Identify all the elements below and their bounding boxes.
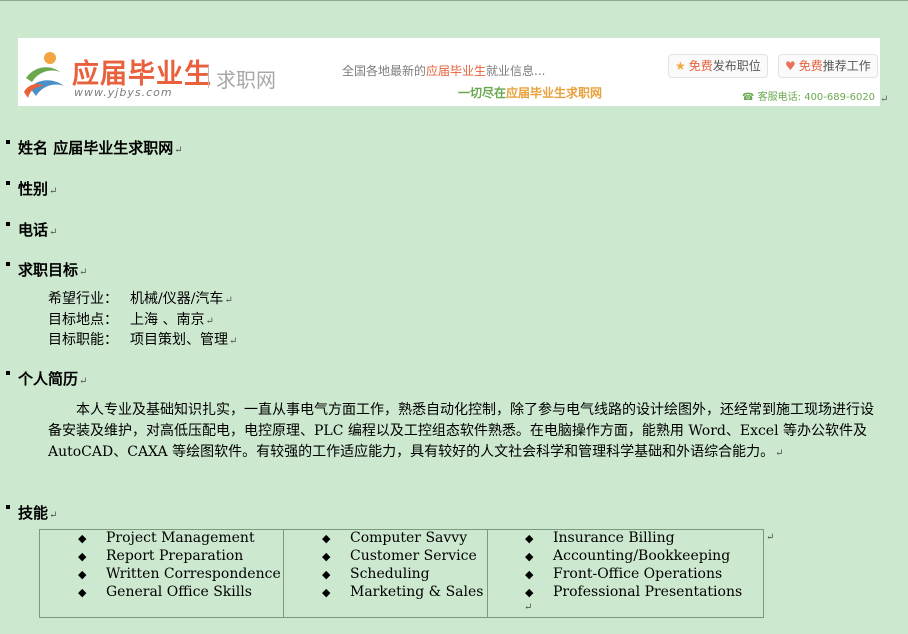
- diamond-bullet-icon: ◆: [78, 532, 87, 545]
- skill-text: Report Preparation: [106, 548, 244, 564]
- paragraph-mark: ↵: [775, 448, 784, 459]
- heart-icon: ♥: [785, 59, 796, 73]
- skill-text: Marketing & Sales: [350, 584, 484, 600]
- diamond-bullet-icon: ◆: [322, 550, 331, 563]
- location-value: 上海 、南京: [130, 312, 205, 328]
- section-gender: 性别↵: [6, 178, 57, 199]
- bullet: [6, 371, 10, 375]
- industry-value: 机械/仪器/汽车: [130, 291, 224, 307]
- skills-table: ◆ Project Management ◆ Report Preparation …: [39, 529, 764, 618]
- post-job-free-label: 免费: [688, 59, 713, 73]
- section-name: 姓名 应届毕业生求职网↵: [6, 137, 183, 158]
- window-top-border: [0, 0, 908, 1]
- intro-text: 本人专业及基础知识扎实，一直从事电气方面工作，熟悉自动化控制，除了参与电气线路的…: [48, 402, 874, 460]
- slogan-suffix: 就业信息...: [486, 64, 546, 78]
- slogan2-prefix: 一切尽在: [458, 86, 507, 100]
- skills-column-2: ◆ Computer Savvy ◆ Customer Service ◆ Sched…: [283, 530, 488, 617]
- diamond-bullet-icon: ◆: [322, 568, 331, 581]
- hotline: ☎ 客服电话: 400-689-6020: [742, 88, 875, 103]
- bullet: [6, 222, 10, 226]
- job-goal-heading: 求职目标: [18, 261, 79, 279]
- location-label: 目标地点：: [48, 312, 118, 328]
- skill-text: Accounting/Bookkeeping: [553, 548, 731, 564]
- skill-text: Computer Savvy: [350, 530, 468, 546]
- skills-column-1: ◆ Project Management ◆ Report Preparation …: [40, 530, 283, 617]
- diamond-bullet-icon: ◆: [525, 586, 534, 599]
- section-phone: 电话↵: [6, 219, 57, 240]
- paragraph-mark: ↵: [49, 510, 58, 521]
- section-skills: 技能↵: [6, 502, 57, 523]
- goal-role: 目标职能： 项目策划、管理↵: [48, 329, 237, 349]
- bullet: [6, 262, 10, 266]
- paragraph-mark: ↵: [766, 532, 775, 543]
- bullet: [6, 140, 10, 144]
- phone-heading: 电话: [18, 221, 49, 239]
- diamond-bullet-icon: ◆: [322, 532, 331, 545]
- brand-subtitle: 求职网: [216, 68, 276, 92]
- recommend-free-label: 免费: [798, 59, 823, 73]
- paragraph-mark: ↵: [79, 376, 88, 387]
- brand-divider: [208, 66, 209, 88]
- paragraph-mark: ↵: [49, 227, 58, 238]
- skill-text: Professional Presentations: [553, 584, 743, 600]
- industry-label: 希望行业：: [48, 291, 118, 307]
- role-value: 项目策划、管理: [130, 332, 228, 348]
- skill-text: General Office Skills: [106, 584, 252, 600]
- skill-text: Written Correspondence: [106, 566, 281, 582]
- brand-url: www.yjbys.com: [74, 86, 173, 99]
- diamond-bullet-icon: ◆: [78, 586, 87, 599]
- name-heading: 姓名 应届毕业生求职网: [18, 139, 174, 157]
- goal-industry: 希望行业： 机械/仪器/汽车↵: [48, 288, 233, 308]
- header-banner[interactable]: 应届毕业生 www.yjbys.com 求职网 全国各地最新的应届毕业生就业信息…: [18, 38, 880, 106]
- skills-column-3: ◆ Insurance Billing ◆ Accounting/Bookkeepi…: [487, 530, 764, 617]
- paragraph-mark: ↵: [174, 145, 183, 156]
- section-job-goal: 求职目标↵: [6, 259, 87, 280]
- diamond-bullet-icon: ◆: [322, 586, 331, 599]
- logo-icon: [24, 52, 64, 98]
- diamond-bullet-icon: ◆: [78, 568, 87, 581]
- diamond-bullet-icon: ◆: [525, 532, 534, 545]
- paragraph-mark: ↵: [524, 602, 533, 613]
- hotline-text: 客服电话: 400-689-6020: [757, 92, 876, 103]
- diamond-bullet-icon: ◆: [78, 550, 87, 563]
- diamond-bullet-icon: ◆: [525, 550, 534, 563]
- goal-location: 目标地点： 上海 、南京↵: [48, 309, 214, 329]
- intro-paragraph: 本人专业及基础知识扎实，一直从事电气方面工作，熟悉自动化控制，除了参与电气线路的…: [48, 400, 878, 464]
- bullet: [6, 505, 10, 509]
- paragraph-mark: ↵: [79, 267, 88, 278]
- skill-text: Customer Service: [350, 548, 477, 564]
- role-label: 目标职能：: [48, 332, 118, 348]
- post-job-button[interactable]: ★ 免费发布职位: [668, 54, 768, 78]
- slogan-prefix: 全国各地最新的: [342, 64, 427, 78]
- recommend-job-button[interactable]: ♥ 免费推荐工作: [778, 54, 878, 78]
- slogan-line-2: 一切尽在应届毕业生求职网: [458, 84, 602, 101]
- skill-text: Front-Office Operations: [553, 566, 723, 582]
- paragraph-mark: ↵: [49, 186, 58, 197]
- skills-heading: 技能: [18, 504, 49, 522]
- star-icon: ★: [675, 59, 686, 73]
- intro-heading: 个人简历: [18, 370, 79, 388]
- slogan2-highlight: 应届毕业生求职网: [506, 86, 603, 100]
- diamond-bullet-icon: ◆: [525, 568, 534, 581]
- recommend-label: 推荐工作: [822, 59, 871, 73]
- skill-text: Scheduling: [350, 566, 430, 582]
- paragraph-mark: ↵: [880, 94, 889, 105]
- slogan-line-1: 全国各地最新的应届毕业生就业信息...: [342, 62, 545, 79]
- slogan-highlight: 应届毕业生: [426, 64, 487, 78]
- paragraph-mark: ↵: [224, 295, 233, 306]
- paragraph-mark: ↵: [205, 316, 214, 327]
- paragraph-mark: ↵: [229, 336, 238, 347]
- section-intro: 个人简历↵: [6, 368, 87, 389]
- phone-icon: ☎: [742, 92, 755, 103]
- post-job-label: 发布职位: [712, 59, 761, 73]
- gender-heading: 性别: [18, 180, 49, 198]
- bullet: [6, 181, 10, 185]
- skill-text: Project Management: [106, 530, 255, 546]
- skill-text: Insurance Billing: [553, 530, 675, 546]
